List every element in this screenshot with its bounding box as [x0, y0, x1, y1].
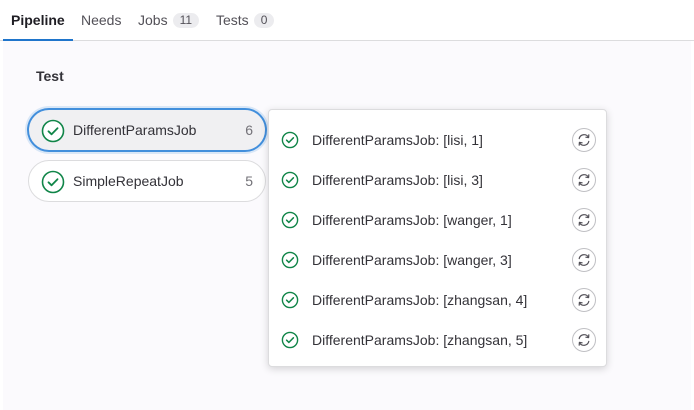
tab-pipeline-label: Pipeline — [11, 12, 65, 28]
job-item-label: DifferentParamsJob: [lisi, 1] — [312, 132, 483, 148]
tab-needs-label: Needs — [81, 12, 122, 28]
job-item-label: DifferentParamsJob: [zhangsan, 4] — [312, 292, 528, 308]
retry-icon — [578, 334, 590, 346]
status-success-icon — [41, 119, 65, 143]
job-group-dropdown: DifferentParamsJob: [lisi, 1] DifferentP… — [268, 109, 607, 367]
retry-button[interactable] — [572, 208, 596, 232]
retry-icon — [578, 134, 590, 146]
dropdown-job-item[interactable]: DifferentParamsJob: [wanger, 3] — [269, 240, 606, 280]
job-group-simple-repeat[interactable]: SimpleRepeatJob 5 — [28, 160, 266, 202]
pipeline-graph: Test DifferentParamsJob 6 SimpleRepeatJo… — [3, 41, 691, 410]
status-success-icon — [281, 211, 299, 229]
job-count: 5 — [245, 173, 253, 189]
status-success-icon — [281, 251, 299, 269]
job-item-label: DifferentParamsJob: [wanger, 1] — [312, 212, 512, 228]
dropdown-job-item[interactable]: DifferentParamsJob: [zhangsan, 5] — [269, 320, 606, 360]
stage-title: Test — [36, 68, 64, 84]
status-success-icon — [281, 131, 299, 149]
tab-tests-label: Tests — [216, 12, 249, 28]
retry-icon — [578, 174, 590, 186]
tab-pipeline[interactable]: Pipeline — [3, 0, 73, 41]
tab-jobs[interactable]: Jobs 11 — [138, 0, 200, 40]
tab-tests-count-badge: 0 — [253, 12, 275, 28]
tab-jobs-label: Jobs — [138, 12, 168, 28]
job-count: 6 — [245, 122, 253, 138]
dropdown-job-item[interactable]: DifferentParamsJob: [zhangsan, 4] — [269, 280, 606, 320]
status-success-icon — [281, 171, 299, 189]
tab-needs[interactable]: Needs — [81, 0, 121, 40]
pipeline-tabs: Pipeline Needs Jobs 11 Tests 0 — [0, 0, 694, 41]
retry-button[interactable] — [572, 288, 596, 312]
dropdown-job-item[interactable]: DifferentParamsJob: [lisi, 3] — [269, 160, 606, 200]
status-success-icon — [281, 291, 299, 309]
retry-icon — [578, 254, 590, 266]
tab-tests[interactable]: Tests 0 — [216, 0, 275, 40]
dropdown-job-item[interactable]: DifferentParamsJob: [wanger, 1] — [269, 200, 606, 240]
retry-button[interactable] — [572, 248, 596, 272]
retry-button[interactable] — [572, 168, 596, 192]
job-item-label: DifferentParamsJob: [lisi, 3] — [312, 172, 483, 188]
retry-button[interactable] — [572, 128, 596, 152]
job-item-label: DifferentParamsJob: [zhangsan, 5] — [312, 332, 528, 348]
job-item-label: DifferentParamsJob: [wanger, 3] — [312, 252, 512, 268]
job-name: SimpleRepeatJob — [73, 173, 184, 189]
job-name: DifferentParamsJob — [73, 122, 197, 138]
status-success-icon — [281, 331, 299, 349]
tab-jobs-count-badge: 11 — [172, 12, 200, 28]
retry-icon — [578, 294, 590, 306]
job-group-different-params[interactable]: DifferentParamsJob 6 — [28, 109, 266, 151]
retry-button[interactable] — [572, 328, 596, 352]
status-success-icon — [41, 170, 65, 194]
retry-icon — [578, 214, 590, 226]
dropdown-job-item[interactable]: DifferentParamsJob: [lisi, 1] — [269, 120, 606, 160]
